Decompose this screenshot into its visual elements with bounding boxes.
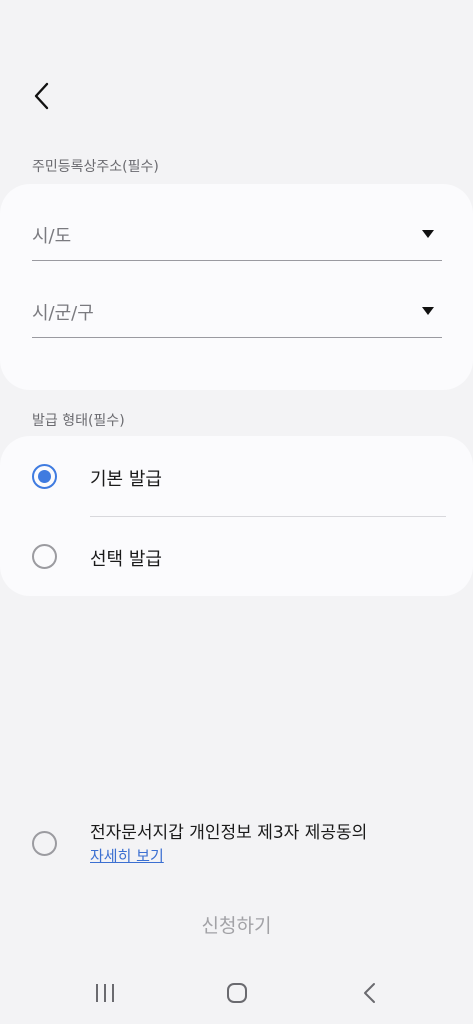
divider <box>90 516 446 517</box>
radio-button-basic[interactable] <box>32 464 57 489</box>
consent-text: 전자문서지갑 개인정보 제3자 제공동의 <box>90 823 368 843</box>
city-dropdown[interactable]: 시/도 <box>32 211 442 261</box>
district-dropdown-placeholder: 시/군/구 <box>32 303 94 324</box>
caret-down-icon <box>422 307 434 315</box>
screen: 주민등록상주소(필수) 시/도 시/군/구 발급 형태(필수) 기본 발급 선택… <box>0 0 473 1024</box>
submit-button[interactable]: 신청하기 <box>0 902 473 946</box>
issue-type-option-basic[interactable]: 기본 발급 <box>0 441 473 511</box>
home-icon <box>227 983 247 1003</box>
issue-type-section-label: 발급 형태(필수) <box>32 413 125 429</box>
radio-button-selective[interactable] <box>32 544 57 569</box>
consent-details-link[interactable]: 자세히 보기 <box>90 845 164 866</box>
back-icon <box>364 983 375 1003</box>
caret-down-icon <box>422 230 434 238</box>
system-navigation-bar <box>0 962 473 1024</box>
district-dropdown[interactable]: 시/군/구 <box>32 288 442 338</box>
nav-back-button[interactable] <box>340 976 400 1010</box>
issue-type-option-label: 선택 발급 <box>90 549 162 570</box>
issue-type-option-selective[interactable]: 선택 발급 <box>0 521 473 591</box>
issue-type-card: 기본 발급 선택 발급 <box>0 436 473 596</box>
back-button[interactable] <box>22 76 62 116</box>
consent-radio-button[interactable] <box>32 831 57 856</box>
city-dropdown-placeholder: 시/도 <box>32 226 72 247</box>
address-section-label: 주민등록상주소(필수) <box>32 159 159 175</box>
recents-button[interactable] <box>75 976 135 1010</box>
issue-type-option-label: 기본 발급 <box>90 469 162 490</box>
chevron-left-icon <box>34 82 49 110</box>
recents-icon <box>96 984 114 1002</box>
address-card: 시/도 시/군/구 <box>0 184 473 390</box>
home-button[interactable] <box>207 976 267 1010</box>
